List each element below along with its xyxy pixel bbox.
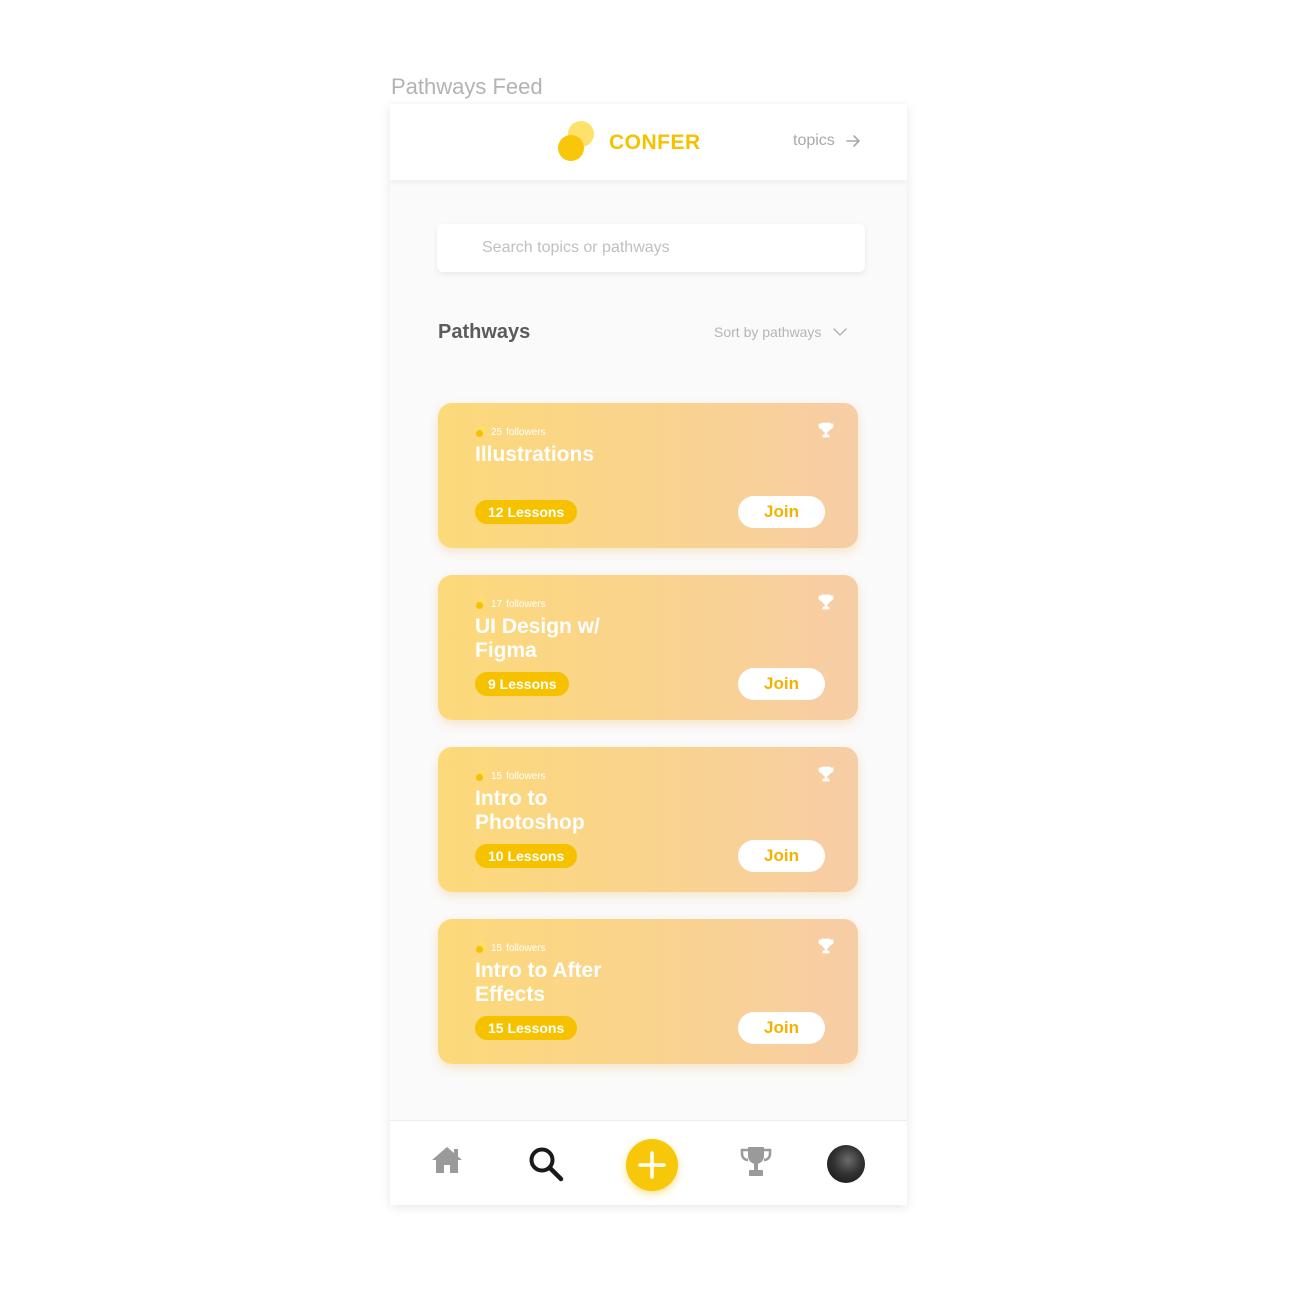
followers-meta: 15 followers [475, 770, 546, 782]
followers-count: 17 [491, 598, 503, 610]
frame-label: Pathways Feed [391, 74, 543, 99]
followers-label: followers [506, 942, 546, 954]
chevron-down-icon [833, 328, 848, 336]
bottom-nav [390, 1120, 907, 1205]
followers-count: 15 [491, 770, 503, 782]
plus-icon [638, 1151, 666, 1179]
pathway-card[interactable]: 17 followers UI Design w/ Figma 9 Lesson… [438, 575, 858, 720]
topics-link[interactable]: topics [793, 132, 861, 150]
confer-logo-icon [475, 942, 487, 954]
followers-label: followers [506, 598, 546, 610]
pathway-title: UI Design w/ Figma [475, 615, 600, 662]
followers-meta: 17 followers [475, 598, 546, 610]
pathway-title: Illustrations [475, 443, 595, 466]
app-header: CONFER topics [390, 104, 907, 180]
arrow-right-icon [845, 135, 860, 147]
home-icon[interactable] [430, 1145, 464, 1175]
join-button[interactable]: Join [738, 668, 825, 700]
app-screen: CONFER topics Pathways Sort by pathways … [390, 104, 907, 1205]
pathway-card[interactable]: 15 followers Intro to After Effects 15 L… [438, 919, 858, 1064]
lessons-badge: 12 Lessons [475, 500, 578, 524]
brand-name: CONFER [609, 131, 701, 154]
trophy-icon [818, 594, 834, 610]
confer-logo-icon [475, 426, 487, 438]
search-icon[interactable] [528, 1146, 564, 1182]
sort-label: Sort by pathways [714, 324, 822, 340]
section-title: Pathways [438, 321, 531, 343]
join-button[interactable]: Join [738, 496, 825, 528]
search-input[interactable] [437, 224, 865, 272]
followers-meta: 15 followers [475, 942, 546, 954]
followers-meta: 25 followers [475, 426, 546, 438]
followers-label: followers [506, 426, 546, 438]
profile-avatar[interactable] [827, 1145, 865, 1183]
join-button[interactable]: Join [738, 840, 825, 872]
trophy-icon [818, 766, 834, 782]
lessons-badge: 15 Lessons [475, 1016, 578, 1040]
add-button[interactable] [626, 1139, 678, 1191]
followers-label: followers [506, 770, 546, 782]
followers-count: 15 [491, 942, 503, 954]
trophy-icon[interactable] [739, 1145, 773, 1179]
join-button[interactable]: Join [738, 1012, 825, 1044]
pathway-card[interactable]: 15 followers Intro to Photoshop 10 Lesso… [438, 747, 858, 892]
pathway-title: Intro to After Effects [475, 959, 602, 1006]
followers-count: 25 [491, 426, 503, 438]
confer-logo-icon[interactable] [558, 121, 598, 163]
lessons-badge: 10 Lessons [475, 844, 578, 868]
trophy-icon [818, 422, 834, 438]
confer-logo-icon [475, 770, 487, 782]
topics-link-label: topics [793, 132, 835, 149]
pathway-title: Intro to Photoshop [475, 787, 585, 834]
sort-dropdown[interactable]: Sort by pathways [714, 324, 848, 340]
trophy-icon [818, 938, 834, 954]
pathway-card[interactable]: 25 followers Illustrations 12 Lessons Jo… [438, 403, 858, 548]
confer-logo-icon [475, 598, 487, 610]
lessons-badge: 9 Lessons [475, 672, 570, 696]
